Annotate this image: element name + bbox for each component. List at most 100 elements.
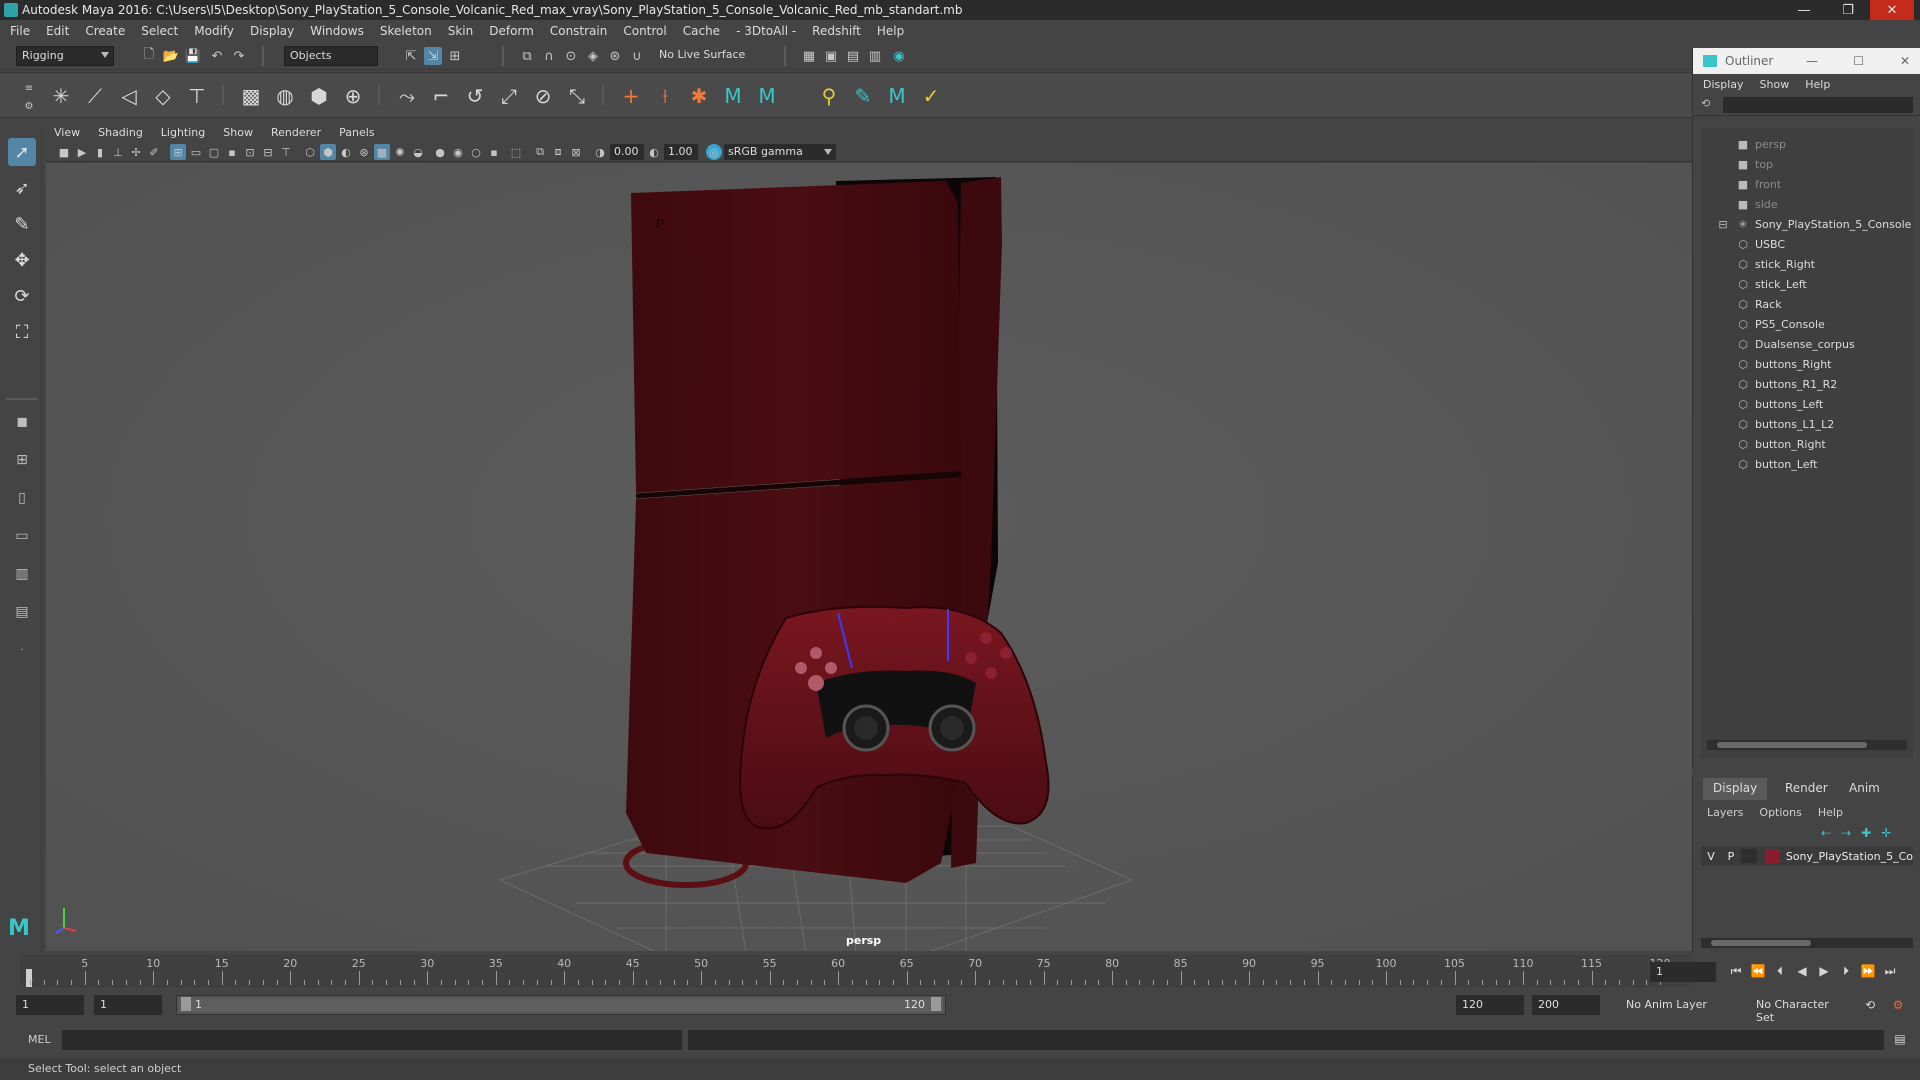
selection-mode-dropdown[interactable]: Objects [284,46,378,66]
move-layer-down-icon[interactable]: ⇢ [1841,826,1851,840]
rigid-bind-icon[interactable]: ⊘ [530,83,556,109]
menu-constrain[interactable]: Constrain [550,24,608,38]
wireframe-on-shaded-icon[interactable]: ⊛ [356,144,372,160]
sculpt-icon[interactable]: ✎ [850,83,876,109]
script-icon[interactable]: ✓ [918,83,944,109]
menu-create[interactable]: Create [85,24,125,38]
anim-layer-dropdown[interactable]: No Anim Layer [1620,995,1728,1015]
live-surface-field[interactable]: No Live Surface [654,46,766,66]
ambient-occlusion-icon[interactable]: ● [432,144,448,160]
view-transform-dropdown[interactable]: sRGB gamma [724,144,836,160]
outliner-item-button-right[interactable]: ⬡ button_Right [1735,434,1826,454]
persp-outliner-icon[interactable]: ▭ [8,524,36,548]
wire-deformer-icon[interactable]: ⊕ [340,83,366,109]
outliner-menu-display[interactable]: Display [1703,78,1744,91]
tab-display[interactable]: Display [1703,778,1768,800]
menu-skeleton[interactable]: Skeleton [380,24,432,38]
layer-menu-options[interactable]: Options [1759,806,1801,819]
snap-live-icon[interactable]: ⊛ [606,47,624,65]
outliner-menu-show[interactable]: Show [1760,78,1790,91]
outliner-item-usbc[interactable]: ⬡ USBC [1735,234,1785,254]
redo-icon[interactable]: ↷ [230,47,248,65]
tab-render[interactable]: Render [1775,778,1838,800]
hypershade-icon[interactable]: ◉ [890,47,908,65]
render-view-icon[interactable]: ▥ [866,47,884,65]
filter-icon[interactable]: ⟲ [1701,97,1710,110]
skin-influence-icon[interactable]: ⤢ [496,83,522,109]
scale-tool-icon[interactable]: ⛶ [8,318,36,346]
hypershade-layout-icon[interactable]: ▤ [8,600,36,624]
layer-display-type[interactable] [1740,849,1758,863]
close-button[interactable]: ✕ [1870,0,1914,20]
go-to-end-icon[interactable]: ⏭ [1880,962,1900,980]
display-layer-row[interactable]: V P Sony_PlayStation_5_Co [1701,846,1913,866]
play-backwards-icon[interactable]: ◀ [1792,962,1812,980]
film-gate-icon[interactable]: ▭ [188,144,204,160]
outliner-item-stick-left[interactable]: ⬡ stick_Left [1735,274,1807,294]
menu-redshift[interactable]: Redshift [812,24,861,38]
render-settings-icon[interactable]: ▦ [800,47,818,65]
layer-playback-toggle[interactable]: P [1721,850,1741,863]
play-forwards-icon[interactable]: ▶ [1814,962,1834,980]
xray-components-icon[interactable]: ⊠ [568,144,584,160]
move-layer-up-icon[interactable]: ⇠ [1821,826,1831,840]
character-set-dropdown[interactable]: No Character Set [1750,995,1850,1024]
step-forward-frame-icon[interactable]: ⏵ [1836,962,1856,980]
select-component-icon[interactable]: ⊞ [446,47,464,65]
menu-cache[interactable]: Cache [683,24,720,38]
outliner-item-buttons-left[interactable]: ⬡ buttons_Left [1735,394,1823,414]
panel-menu-panels[interactable]: Panels [339,126,374,139]
range-slider[interactable]: 1 120 [176,995,946,1015]
step-forward-key-icon[interactable]: ⏩ [1858,962,1878,980]
ik-spline-icon[interactable]: ◁ [116,83,142,109]
xray-icon[interactable]: ⧉ [532,144,548,160]
outliner-item-side[interactable]: ■ side [1735,194,1778,214]
animation-start-field[interactable]: 1 [16,995,84,1015]
resolution-gate-icon[interactable]: ▢ [206,144,222,160]
snap-point-icon[interactable]: ⊙ [562,47,580,65]
layer-menu-help[interactable]: Help [1818,806,1843,819]
select-tool-icon[interactable]: ➚ [8,138,36,166]
collapse-icon[interactable]: ⊟ [1715,218,1731,231]
menu-windows[interactable]: Windows [310,24,364,38]
ipr-render-icon[interactable]: ▤ [844,47,862,65]
paint-weights-icon[interactable]: ↺ [462,83,488,109]
grease-pencil-icon[interactable]: ✐ [146,144,162,160]
snap-view-plane-icon[interactable]: ◈ [584,47,602,65]
bookmark-icon[interactable]: ▮ [92,144,108,160]
range-end-handle[interactable] [931,997,941,1011]
camera-attributes-icon[interactable]: ▶ [74,144,90,160]
snap-grid-icon[interactable]: ⧉ [518,47,536,65]
panel-menu-show[interactable]: Show [223,126,253,139]
menu-skin[interactable]: Skin [448,24,474,38]
grid-toggle-icon[interactable]: ⊞ [170,144,186,160]
side-by-side-icon[interactable]: ▯ [8,486,36,510]
camera-select-icon[interactable]: ■ [56,144,72,160]
outliner-item-group[interactable]: ⊟ ✳ Sony_PlayStation_5_Console [1715,214,1911,234]
outliner-search-input[interactable] [1723,97,1913,113]
smooth-bind-icon[interactable]: ⤡ [564,83,590,109]
shelf-menu-icon[interactable]: ≡ [20,79,38,97]
playback-end-field[interactable]: 120 [1456,995,1524,1015]
paint-select-icon[interactable]: ✎ [8,210,36,238]
outliner-item-buttons-right[interactable]: ⬡ buttons_Right [1735,354,1831,374]
field-chart-icon[interactable]: ⊡ [242,144,258,160]
four-view-icon[interactable]: ⊞ [8,448,36,472]
single-view-icon[interactable]: ◼ [8,410,36,434]
new-layer-from-selection-icon[interactable]: ✛ [1881,826,1891,840]
outliner-item-ps5-console[interactable]: ⬡ PS5_Console [1735,314,1825,334]
gate-mask-icon[interactable]: ▪ [224,144,240,160]
shadows-icon[interactable]: ◒ [410,144,426,160]
bind-skin-icon[interactable]: ⤳ [394,83,420,109]
outliner-item-rack[interactable]: ⬡ Rack [1735,294,1781,314]
anti-alias-icon[interactable]: ○ [468,144,484,160]
outliner-maximize-button[interactable]: ☐ [1853,54,1864,68]
textured-icon[interactable]: ▩ [374,144,390,160]
exposure-field[interactable]: 0.00 [610,144,644,160]
safe-action-icon[interactable]: ⊟ [260,144,276,160]
lasso-tool-icon[interactable]: ➶ [8,174,36,202]
render-frame-icon[interactable]: ▣ [822,47,840,65]
exposure-icon[interactable]: ◑ [592,144,608,160]
motion-blur-icon[interactable]: ◉ [450,144,466,160]
menu-select[interactable]: Select [141,24,178,38]
